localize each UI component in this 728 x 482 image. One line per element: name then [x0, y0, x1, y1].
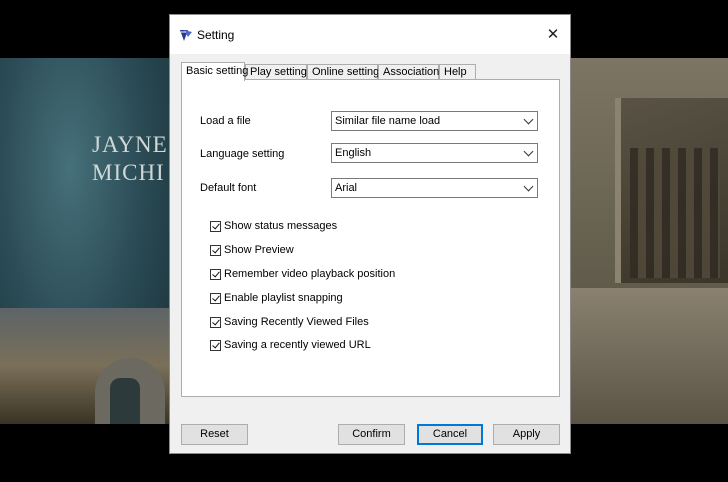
tab-help[interactable]: Help	[439, 64, 476, 80]
default-font-select[interactable]: Arial	[331, 178, 538, 198]
checkbox-checked-icon[interactable]	[210, 268, 221, 280]
language-select[interactable]: English	[331, 143, 538, 163]
dialog-titlebar[interactable]: Setting ✕	[170, 15, 570, 54]
load-file-label: Load a file	[200, 115, 251, 127]
checkbox-label: Remember video playback position	[224, 268, 396, 280]
tab-play-setting[interactable]: Play setting	[245, 64, 307, 80]
checkbox-label: Saving Recently Viewed Files	[224, 316, 369, 328]
chevron-down-icon	[523, 181, 534, 192]
checkbox-label: Enable playlist snapping	[224, 292, 343, 304]
video-monument-base	[568, 288, 728, 424]
tab-online-setting[interactable]: Online setting	[307, 64, 379, 80]
enable-playlist-snapping-checkbox[interactable]: Enable playlist snapping	[210, 291, 343, 305]
dialog-title: Setting	[197, 28, 235, 42]
video-relief-figures	[630, 148, 720, 278]
default-font-label: Default font	[200, 182, 257, 194]
language-setting-label: Language setting	[200, 148, 285, 160]
settings-dialog: Setting ✕ Basic setting Play setting Onl…	[169, 14, 571, 454]
checkbox-checked-icon[interactable]	[210, 244, 221, 256]
show-status-messages-checkbox[interactable]: Show status messages	[210, 219, 337, 233]
language-value: English	[335, 147, 372, 159]
app-logo-icon	[180, 30, 192, 41]
cancel-button[interactable]: Cancel	[417, 424, 483, 445]
confirm-button[interactable]: Confirm	[338, 424, 405, 445]
checkbox-checked-icon[interactable]	[210, 339, 221, 351]
basic-setting-panel: Load a file Similar file name load Langu…	[181, 79, 560, 397]
checkbox-label: Saving a recently viewed URL	[224, 339, 371, 351]
chevron-down-icon	[523, 114, 534, 125]
remember-playback-position-checkbox[interactable]: Remember video playback position	[210, 267, 395, 281]
tab-association[interactable]: Association	[378, 64, 439, 80]
checkbox-label: Show status messages	[224, 220, 338, 232]
checkbox-checked-icon[interactable]	[210, 316, 221, 328]
checkbox-label: Show Preview	[224, 244, 294, 256]
show-preview-checkbox[interactable]: Show Preview	[210, 243, 294, 257]
tab-basic-setting[interactable]: Basic setting	[181, 62, 248, 81]
video-statue	[110, 378, 140, 424]
apply-button[interactable]: Apply	[493, 424, 560, 445]
close-icon: ✕	[546, 26, 560, 43]
chevron-down-icon	[523, 146, 534, 157]
saving-recent-files-checkbox[interactable]: Saving Recently Viewed Files	[210, 315, 369, 329]
default-font-value: Arial	[335, 182, 358, 194]
reset-button[interactable]: Reset	[181, 424, 248, 445]
load-file-value: Similar file name load	[335, 115, 441, 127]
close-button[interactable]: ✕	[536, 15, 570, 54]
checkbox-checked-icon[interactable]	[210, 292, 221, 304]
load-file-select[interactable]: Similar file name load	[331, 111, 538, 131]
checkbox-checked-icon[interactable]	[210, 220, 221, 232]
saving-recent-url-checkbox[interactable]: Saving a recently viewed URL	[210, 338, 371, 352]
